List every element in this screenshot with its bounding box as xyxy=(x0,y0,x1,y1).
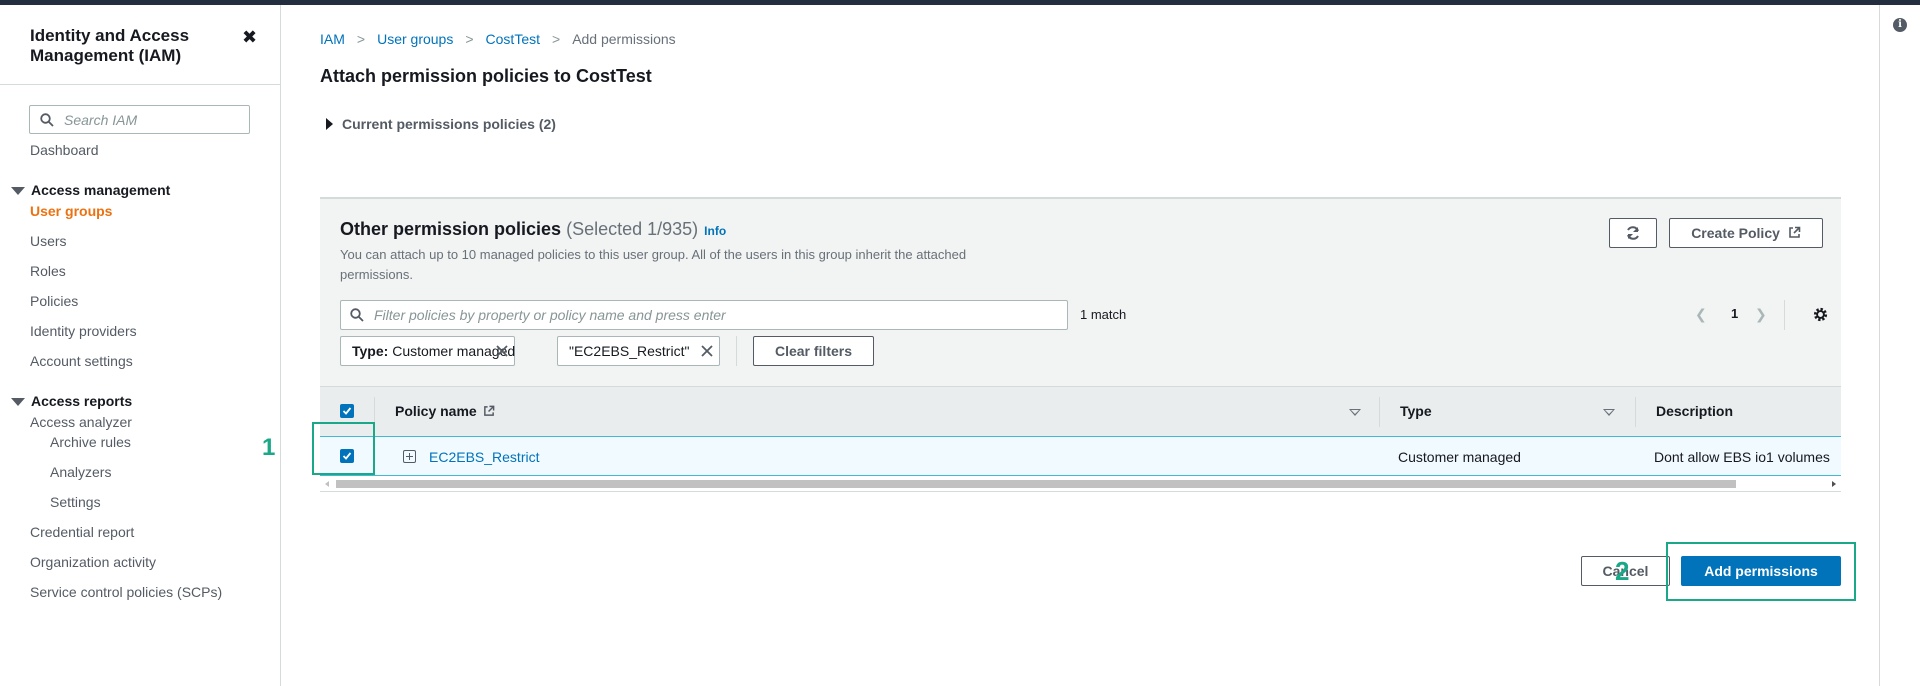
policy-type: Customer managed xyxy=(1398,449,1521,465)
divider xyxy=(1635,397,1636,427)
policy-filter-input[interactable] xyxy=(374,306,1054,324)
sidebar-item-identity-providers[interactable]: Identity providers xyxy=(30,323,137,339)
sidebar-search-input[interactable] xyxy=(64,110,244,129)
table-header: Policy name Type Description xyxy=(320,386,1841,436)
scrollbar-thumb[interactable] xyxy=(336,480,1736,488)
expand-icon[interactable] xyxy=(403,450,416,463)
sort-caret-icon[interactable] xyxy=(1349,409,1361,416)
sort-caret-icon[interactable] xyxy=(1603,409,1615,416)
breadcrumb-costtest[interactable]: CostTest xyxy=(486,31,540,47)
divider xyxy=(1379,397,1380,427)
close-icon[interactable] xyxy=(495,344,509,358)
sidebar-item-analyzers[interactable]: Analyzers xyxy=(50,464,111,480)
divider xyxy=(1784,300,1785,330)
sidebar-item-user-groups[interactable]: User groups xyxy=(30,203,112,219)
expander-label: Current permissions policies (2) xyxy=(342,116,556,132)
sidebar-section-access-management[interactable]: Access management xyxy=(11,182,170,198)
panel-title-text: Other permission policies xyxy=(340,219,562,239)
refresh-icon xyxy=(1627,226,1639,240)
section-label: Access management xyxy=(31,182,171,198)
select-all-checkbox[interactable] xyxy=(340,404,354,418)
column-policy-name[interactable]: Policy name xyxy=(395,403,495,419)
sidebar-item-credential-report[interactable]: Credential report xyxy=(30,524,134,540)
breadcrumb-user-groups[interactable]: User groups xyxy=(377,31,453,47)
sidebar: Identity and Access Management (IAM) ✖ D… xyxy=(0,5,281,686)
checkmark-icon xyxy=(342,407,352,415)
sidebar-item-users[interactable]: Users xyxy=(30,233,67,249)
breadcrumb-current: Add permissions xyxy=(572,31,676,47)
divider xyxy=(736,336,737,366)
page-number[interactable]: 1 xyxy=(1731,306,1738,321)
annotation-number-1: 1 xyxy=(262,434,276,461)
breadcrumb: IAM > User groups > CostTest > Add permissions xyxy=(320,31,676,47)
external-link-icon xyxy=(1788,226,1801,238)
sidebar-item-account-settings[interactable]: Account settings xyxy=(30,353,133,369)
caret-down-icon xyxy=(11,187,25,196)
token-key: Type: xyxy=(352,343,389,359)
section-label: Access reports xyxy=(31,393,133,409)
table-row[interactable]: EC2EBS_Restrict Customer managed Dont al… xyxy=(320,436,1841,476)
chevron-right-icon: > xyxy=(465,31,474,47)
info-icon[interactable]: i xyxy=(1893,18,1907,32)
policies-panel: Other permission policies (Selected 1/93… xyxy=(320,197,1841,492)
create-policy-label: Create Policy xyxy=(1691,225,1780,241)
scroll-left-icon[interactable] xyxy=(325,481,329,487)
breadcrumb-iam[interactable]: IAM xyxy=(320,31,345,47)
match-count: 1 match xyxy=(1080,307,1127,322)
main-content: IAM > User groups > CostTest > Add permissions… xyxy=(282,5,1879,686)
sidebar-item-settings[interactable]: Settings xyxy=(50,494,101,510)
panel-description: You can attach up to 10 managed policies… xyxy=(340,247,967,282)
sidebar-item-organization-activity[interactable]: Organization activity xyxy=(30,554,156,570)
annotation-box-1 xyxy=(312,422,375,475)
column-type[interactable]: Type xyxy=(1400,403,1432,419)
column-description[interactable]: Description xyxy=(1656,403,1733,419)
external-link-icon xyxy=(483,405,494,416)
chevron-right-icon: > xyxy=(356,31,366,47)
policy-name-link[interactable]: EC2EBS_Restrict xyxy=(429,449,539,465)
gear-icon[interactable] xyxy=(1812,306,1829,323)
clear-filters-button[interactable]: Clear filters xyxy=(753,336,874,366)
right-rail: i xyxy=(1879,5,1920,686)
pagination: ❮ 1 ❯ xyxy=(1691,300,1773,330)
current-policies-expander[interactable]: Current permissions policies (2) xyxy=(326,116,556,132)
info-link[interactable]: Info xyxy=(704,224,726,238)
panel-title: Other permission policies (Selected 1/93… xyxy=(340,219,726,240)
close-icon[interactable] xyxy=(700,344,714,358)
sidebar-search[interactable] xyxy=(29,105,250,134)
sidebar-title: Identity and Access Management (IAM) xyxy=(30,26,190,65)
chevron-right-icon[interactable]: ❯ xyxy=(1755,306,1767,323)
policy-filter[interactable] xyxy=(340,300,1068,330)
policy-description: Dont allow EBS io1 volumes xyxy=(1654,449,1830,465)
sidebar-item-scps[interactable]: Service control policies (SCPs) xyxy=(30,584,222,600)
create-policy-button[interactable]: Create Policy xyxy=(1669,218,1823,248)
filter-token-name: "EC2EBS_Restrict" xyxy=(557,336,720,366)
token-value: "EC2EBS_Restrict" xyxy=(569,343,690,359)
page-title: Attach permission policies to CostTest xyxy=(320,66,652,86)
selected-count: (Selected 1/935) xyxy=(566,219,699,239)
filter-token-type: Type: Customer managed xyxy=(340,336,515,366)
search-icon xyxy=(40,113,54,127)
sidebar-divider xyxy=(0,84,280,85)
sidebar-item-access-analyzer[interactable]: Access analyzer xyxy=(30,414,132,430)
caret-right-icon xyxy=(326,118,333,130)
sidebar-section-access-reports[interactable]: Access reports xyxy=(11,393,132,409)
chevron-right-icon: > xyxy=(552,31,561,47)
refresh-button[interactable] xyxy=(1609,218,1657,248)
sidebar-item-roles[interactable]: Roles xyxy=(30,263,66,279)
horizontal-scrollbar[interactable] xyxy=(320,476,1841,492)
annotation-box-2 xyxy=(1666,542,1856,601)
chevron-left-icon[interactable]: ❮ xyxy=(1695,306,1707,323)
scroll-right-icon[interactable] xyxy=(1832,481,1836,487)
search-icon xyxy=(350,308,364,322)
annotation-number-2: 2 xyxy=(1615,556,1630,586)
sidebar-item-policies[interactable]: Policies xyxy=(30,293,78,309)
sidebar-item-archive-rules[interactable]: Archive rules xyxy=(50,434,131,450)
close-icon[interactable]: ✖ xyxy=(242,27,257,48)
caret-down-icon xyxy=(11,398,25,407)
column-label: Policy name xyxy=(395,403,477,419)
sidebar-item-dashboard[interactable]: Dashboard xyxy=(30,142,99,158)
